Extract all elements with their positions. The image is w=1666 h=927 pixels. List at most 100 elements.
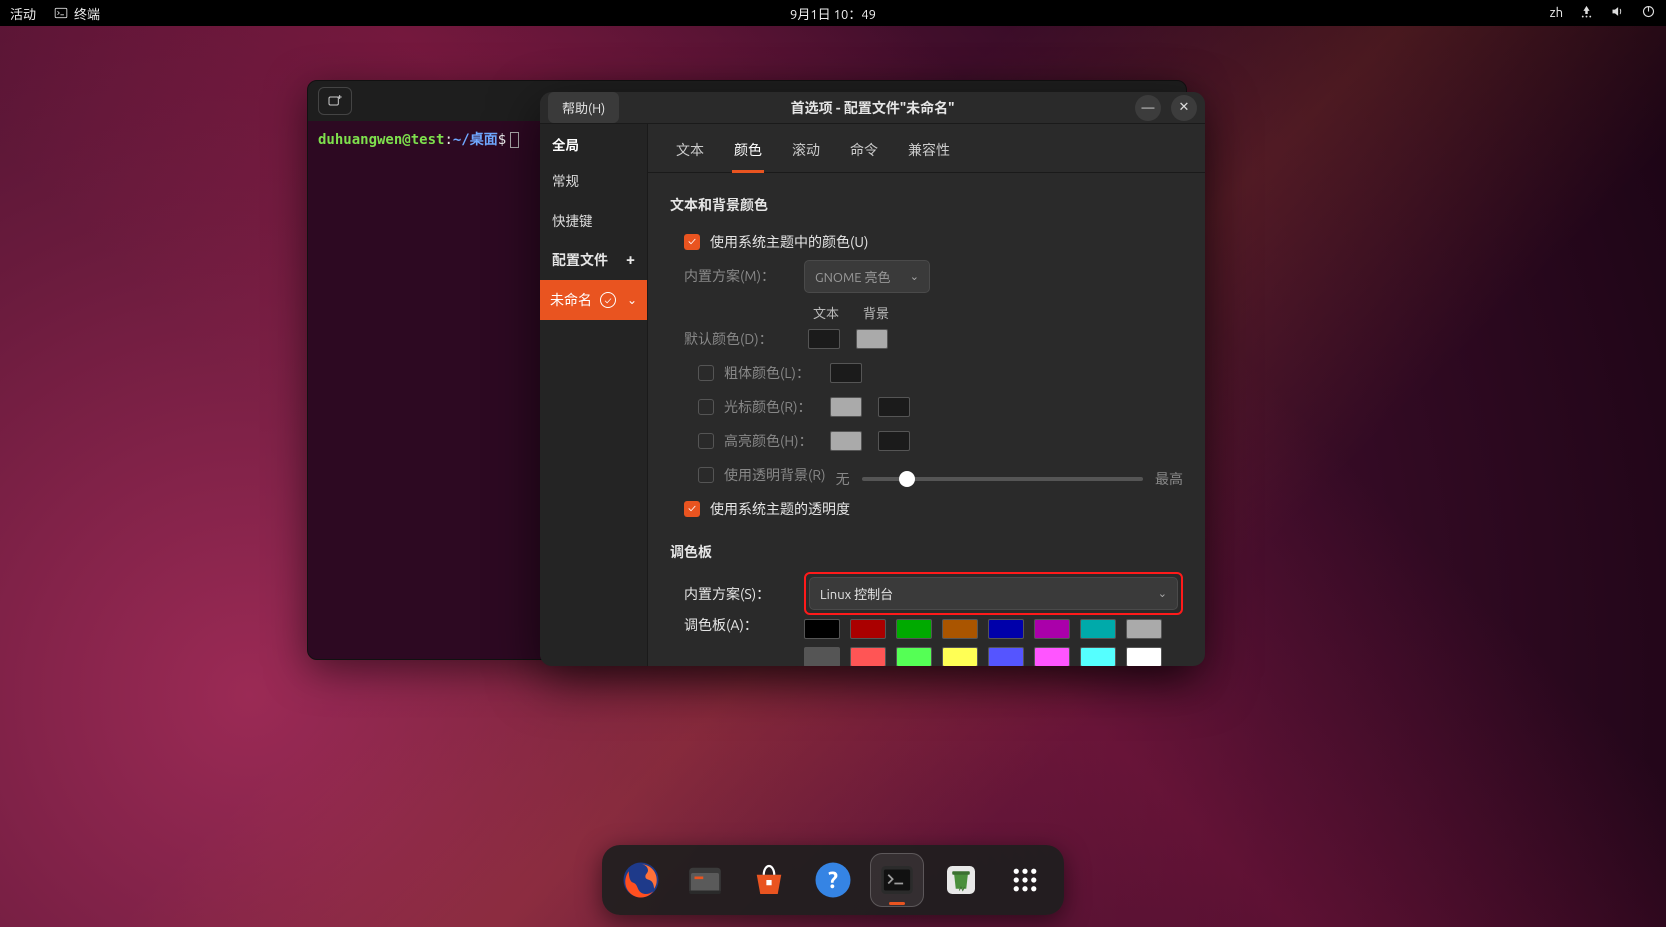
use-theme-colors-label: 使用系统主题中的颜色(U) [710,232,868,252]
prefs-sidebar: 全局 常规 快捷键 配置文件 + 未命名 ✓ ⌄ [540,124,648,666]
chevron-down-icon: ⌄ [1158,587,1167,600]
profile-check-icon: ✓ [600,292,616,308]
palette-swatch-1-6[interactable] [1080,647,1116,666]
palette-swatch-1-5[interactable] [1034,647,1070,666]
tab-text[interactable]: 文本 [674,134,706,172]
profile-chevron-icon: ⌄ [627,293,637,307]
terminal-app-icon [876,859,918,901]
close-button[interactable]: ✕ [1171,95,1197,121]
sidebar-item-shortcuts[interactable]: 快捷键 [540,200,647,240]
palette-swatch-1-2[interactable] [896,647,932,666]
palette-swatch-0-5[interactable] [1034,619,1070,639]
tab-compat[interactable]: 兼容性 [906,134,952,172]
dock-files[interactable] [678,853,732,907]
palette-swatch-0-7[interactable] [1126,619,1162,639]
tab-scrolling[interactable]: 滚动 [790,134,822,172]
use-theme-transparency-checkbox[interactable]: ✓ [684,501,700,517]
palette-section-header: 调色板 [670,542,1183,562]
power-icon[interactable] [1641,4,1656,22]
builtin-scheme-select[interactable]: GNOME 亮色 ⌄ [804,260,930,293]
palette-swatch-0-2[interactable] [896,619,932,639]
slider-thumb[interactable] [899,471,915,487]
terminal-cursor [510,132,519,148]
dock-terminal[interactable] [870,853,924,907]
palette-swatch-1-4[interactable] [988,647,1024,666]
slider-min-label: 无 [836,469,850,489]
highlight-bg-swatch[interactable] [878,431,910,451]
apps-grid-icon [1004,859,1046,901]
new-tab-button[interactable] [318,87,352,115]
highlight-color-checkbox[interactable] [698,433,714,449]
colors-panel: 文本和背景颜色 ✓ 使用系统主题中的颜色(U) 内置方案(M)： GNOME 亮… [648,173,1205,666]
sidebar-item-general[interactable]: 常规 [540,160,647,200]
help-button[interactable]: 帮助(H) [548,92,619,123]
bold-text-swatch[interactable] [830,363,862,383]
sidebar-profiles-label: 配置文件 [552,250,608,270]
palette-scheme-label: 内置方案(S)： [684,584,794,604]
col-header-bg: 背景 [860,303,892,322]
dock: ? [602,845,1064,915]
top-bar: 活动 终端 9月1日 10：49 zh [0,0,1666,26]
cursor-color-label: 光标颜色(R)： [724,397,820,417]
svg-text:?: ? [828,868,838,893]
palette-swatch-1-1[interactable] [850,647,886,666]
sidebar-profile-unnamed[interactable]: 未命名 ✓ ⌄ [540,280,647,320]
cursor-text-swatch[interactable] [830,397,862,417]
prompt-sep: : [444,132,452,148]
palette-swatch-1-3[interactable] [942,647,978,666]
prefs-content: 文本 颜色 滚动 命令 兼容性 文本和背景颜色 ✓ 使用系统主题中的颜色(U) … [648,124,1205,666]
sidebar-profiles-header: 配置文件 + [540,240,647,280]
palette-swatch-0-3[interactable] [942,619,978,639]
transparent-bg-label: 使用透明背景(R) [724,465,826,485]
default-text-swatch[interactable] [808,329,840,349]
highlight-text-swatch[interactable] [830,431,862,451]
palette-label: 调色板(A)： [684,615,794,635]
palette-swatch-1-0[interactable] [804,647,840,666]
builtin-scheme-value: GNOME 亮色 [815,267,891,286]
files-icon [684,859,726,901]
chevron-down-icon: ⌄ [910,270,919,283]
dock-software[interactable] [742,853,796,907]
prompt-dollar: $ [498,132,506,148]
palette-swatch-0-0[interactable] [804,619,840,639]
use-theme-colors-checkbox[interactable]: ✓ [684,234,700,250]
bold-color-label: 粗体颜色(L)： [724,363,820,383]
add-profile-button[interactable]: + [626,251,635,269]
help-icon: ? [812,859,854,901]
prompt-path: ~/桌面 [453,132,498,148]
network-icon[interactable] [1579,4,1594,22]
dock-help[interactable]: ? [806,853,860,907]
transparency-slider[interactable] [862,477,1143,481]
dock-trash[interactable] [934,853,988,907]
palette-swatch-0-1[interactable] [850,619,886,639]
volume-icon[interactable] [1610,4,1625,22]
use-theme-transparency-label: 使用系统主题的透明度 [710,499,850,519]
input-method-indicator[interactable]: zh [1550,6,1563,20]
bold-color-checkbox[interactable] [698,365,714,381]
prompt-user: duhuangwen@test [318,132,444,148]
app-indicator-label: 终端 [74,4,100,23]
palette-swatch-1-7[interactable] [1126,647,1162,666]
dock-firefox[interactable] [614,853,668,907]
palette-swatch-0-4[interactable] [988,619,1024,639]
prefs-title: 首选项 - 配置文件"未命名" [791,98,955,118]
transparent-bg-checkbox[interactable] [698,467,714,483]
palette-swatch-0-6[interactable] [1080,619,1116,639]
slider-max-label: 最高 [1155,469,1183,489]
new-tab-icon [327,93,343,109]
app-indicator[interactable]: 终端 [54,4,100,23]
builtin-scheme-label: 内置方案(M)： [684,266,794,286]
sidebar-global-header: 全局 [540,124,647,160]
cursor-color-checkbox[interactable] [698,399,714,415]
minimize-button[interactable]: ― [1135,95,1161,121]
text-bg-section-header: 文本和背景颜色 [670,195,1183,215]
clock[interactable]: 9月1日 10：49 [790,4,876,23]
firefox-icon [620,859,662,901]
tab-colors[interactable]: 颜色 [732,134,764,173]
tab-command[interactable]: 命令 [848,134,880,172]
cursor-bg-swatch[interactable] [878,397,910,417]
palette-scheme-select[interactable]: Linux 控制台 ⌄ [809,577,1178,610]
default-bg-swatch[interactable] [856,329,888,349]
dock-apps[interactable] [998,853,1052,907]
activities-button[interactable]: 活动 [10,4,36,23]
